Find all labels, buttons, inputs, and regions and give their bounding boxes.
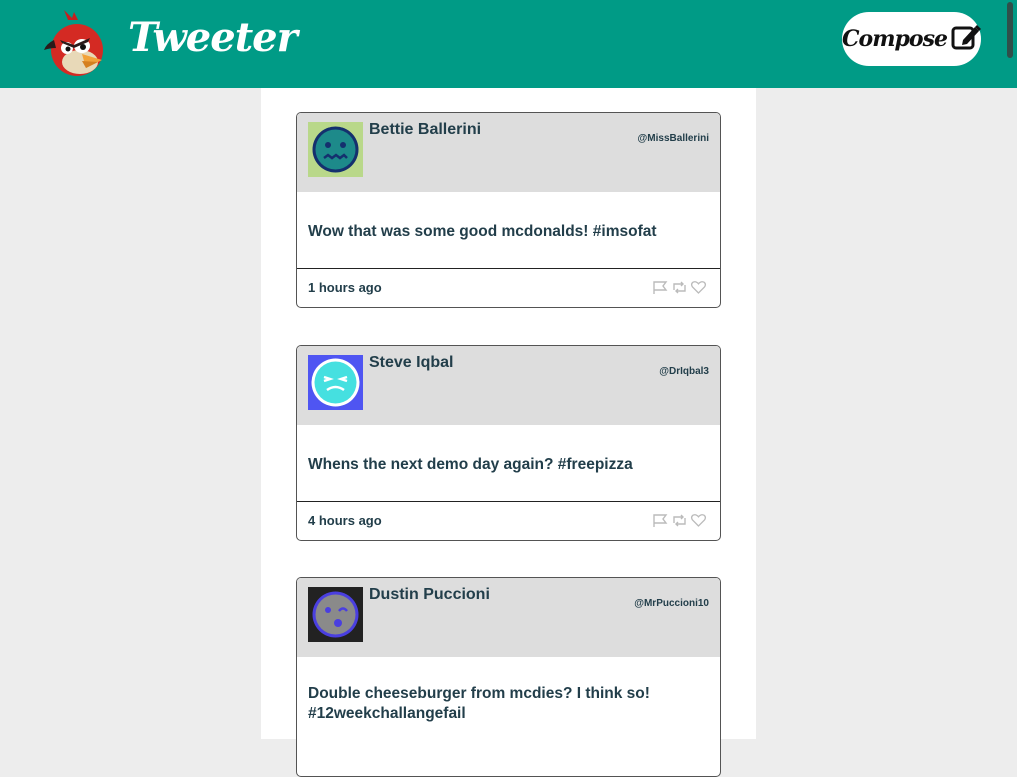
laughing-face-avatar-icon	[308, 355, 363, 410]
tweet-header: Steve Iqbal @DrIqbal3	[297, 346, 720, 425]
tweet-card: Bettie Ballerini @MissBallerini Wow that…	[296, 112, 721, 308]
edit-icon	[951, 23, 981, 56]
tweet-card: Dustin Puccioni @MrPuccioni10 Double che…	[296, 577, 721, 777]
tweet-footer: 1 hours ago	[297, 269, 720, 307]
tweet-author-handle: @MrPuccioni10	[634, 598, 709, 609]
tweet-author-name: Steve Iqbal	[369, 354, 454, 371]
top-nav: Tweeter Compose	[0, 0, 1017, 88]
tweet-feed: Bettie Ballerini @MissBallerini Wow that…	[261, 88, 756, 777]
winking-face-avatar-icon	[308, 587, 363, 642]
tweet-footer: 4 hours ago	[297, 502, 720, 540]
tweet-author-handle: @MissBallerini	[637, 133, 709, 144]
tweet-actions	[652, 513, 707, 528]
flag-icon[interactable]	[652, 513, 669, 528]
tweet-author-name: Dustin Puccioni	[369, 586, 490, 603]
tweet-content: Double cheeseburger from mcdies? I think…	[308, 685, 650, 722]
angry-bird-logo	[40, 10, 112, 78]
tweet-author-handle: @DrIqbal3	[659, 366, 709, 377]
retweet-icon[interactable]	[671, 280, 688, 295]
tweet-actions	[652, 280, 707, 295]
flag-icon[interactable]	[652, 280, 669, 295]
tweet-content: Wow that was some good mcdonalds! #imsof…	[297, 192, 720, 269]
sick-face-avatar-icon	[308, 122, 363, 177]
tweet-timestamp: 4 hours ago	[308, 513, 382, 528]
heart-icon[interactable]	[690, 280, 707, 295]
tweet-author-name: Bettie Ballerini	[369, 121, 482, 138]
brand-title: Tweeter	[128, 14, 298, 61]
tweet-content: Whens the next demo day again? #freepizz…	[297, 425, 720, 502]
page-scrollbar[interactable]	[1005, 0, 1017, 739]
heart-icon[interactable]	[690, 513, 707, 528]
tweet-header: Bettie Ballerini @MissBallerini	[297, 113, 720, 192]
tweet-header: Dustin Puccioni @MrPuccioni10	[297, 578, 720, 657]
scrollbar-thumb[interactable]	[1007, 2, 1013, 58]
compose-label: Compose	[842, 26, 948, 52]
retweet-icon[interactable]	[671, 513, 688, 528]
tweet-card: Steve Iqbal @DrIqbal3 Whens the next dem…	[296, 345, 721, 541]
tweet-timestamp: 1 hours ago	[308, 280, 382, 295]
compose-button[interactable]: Compose	[842, 12, 981, 66]
